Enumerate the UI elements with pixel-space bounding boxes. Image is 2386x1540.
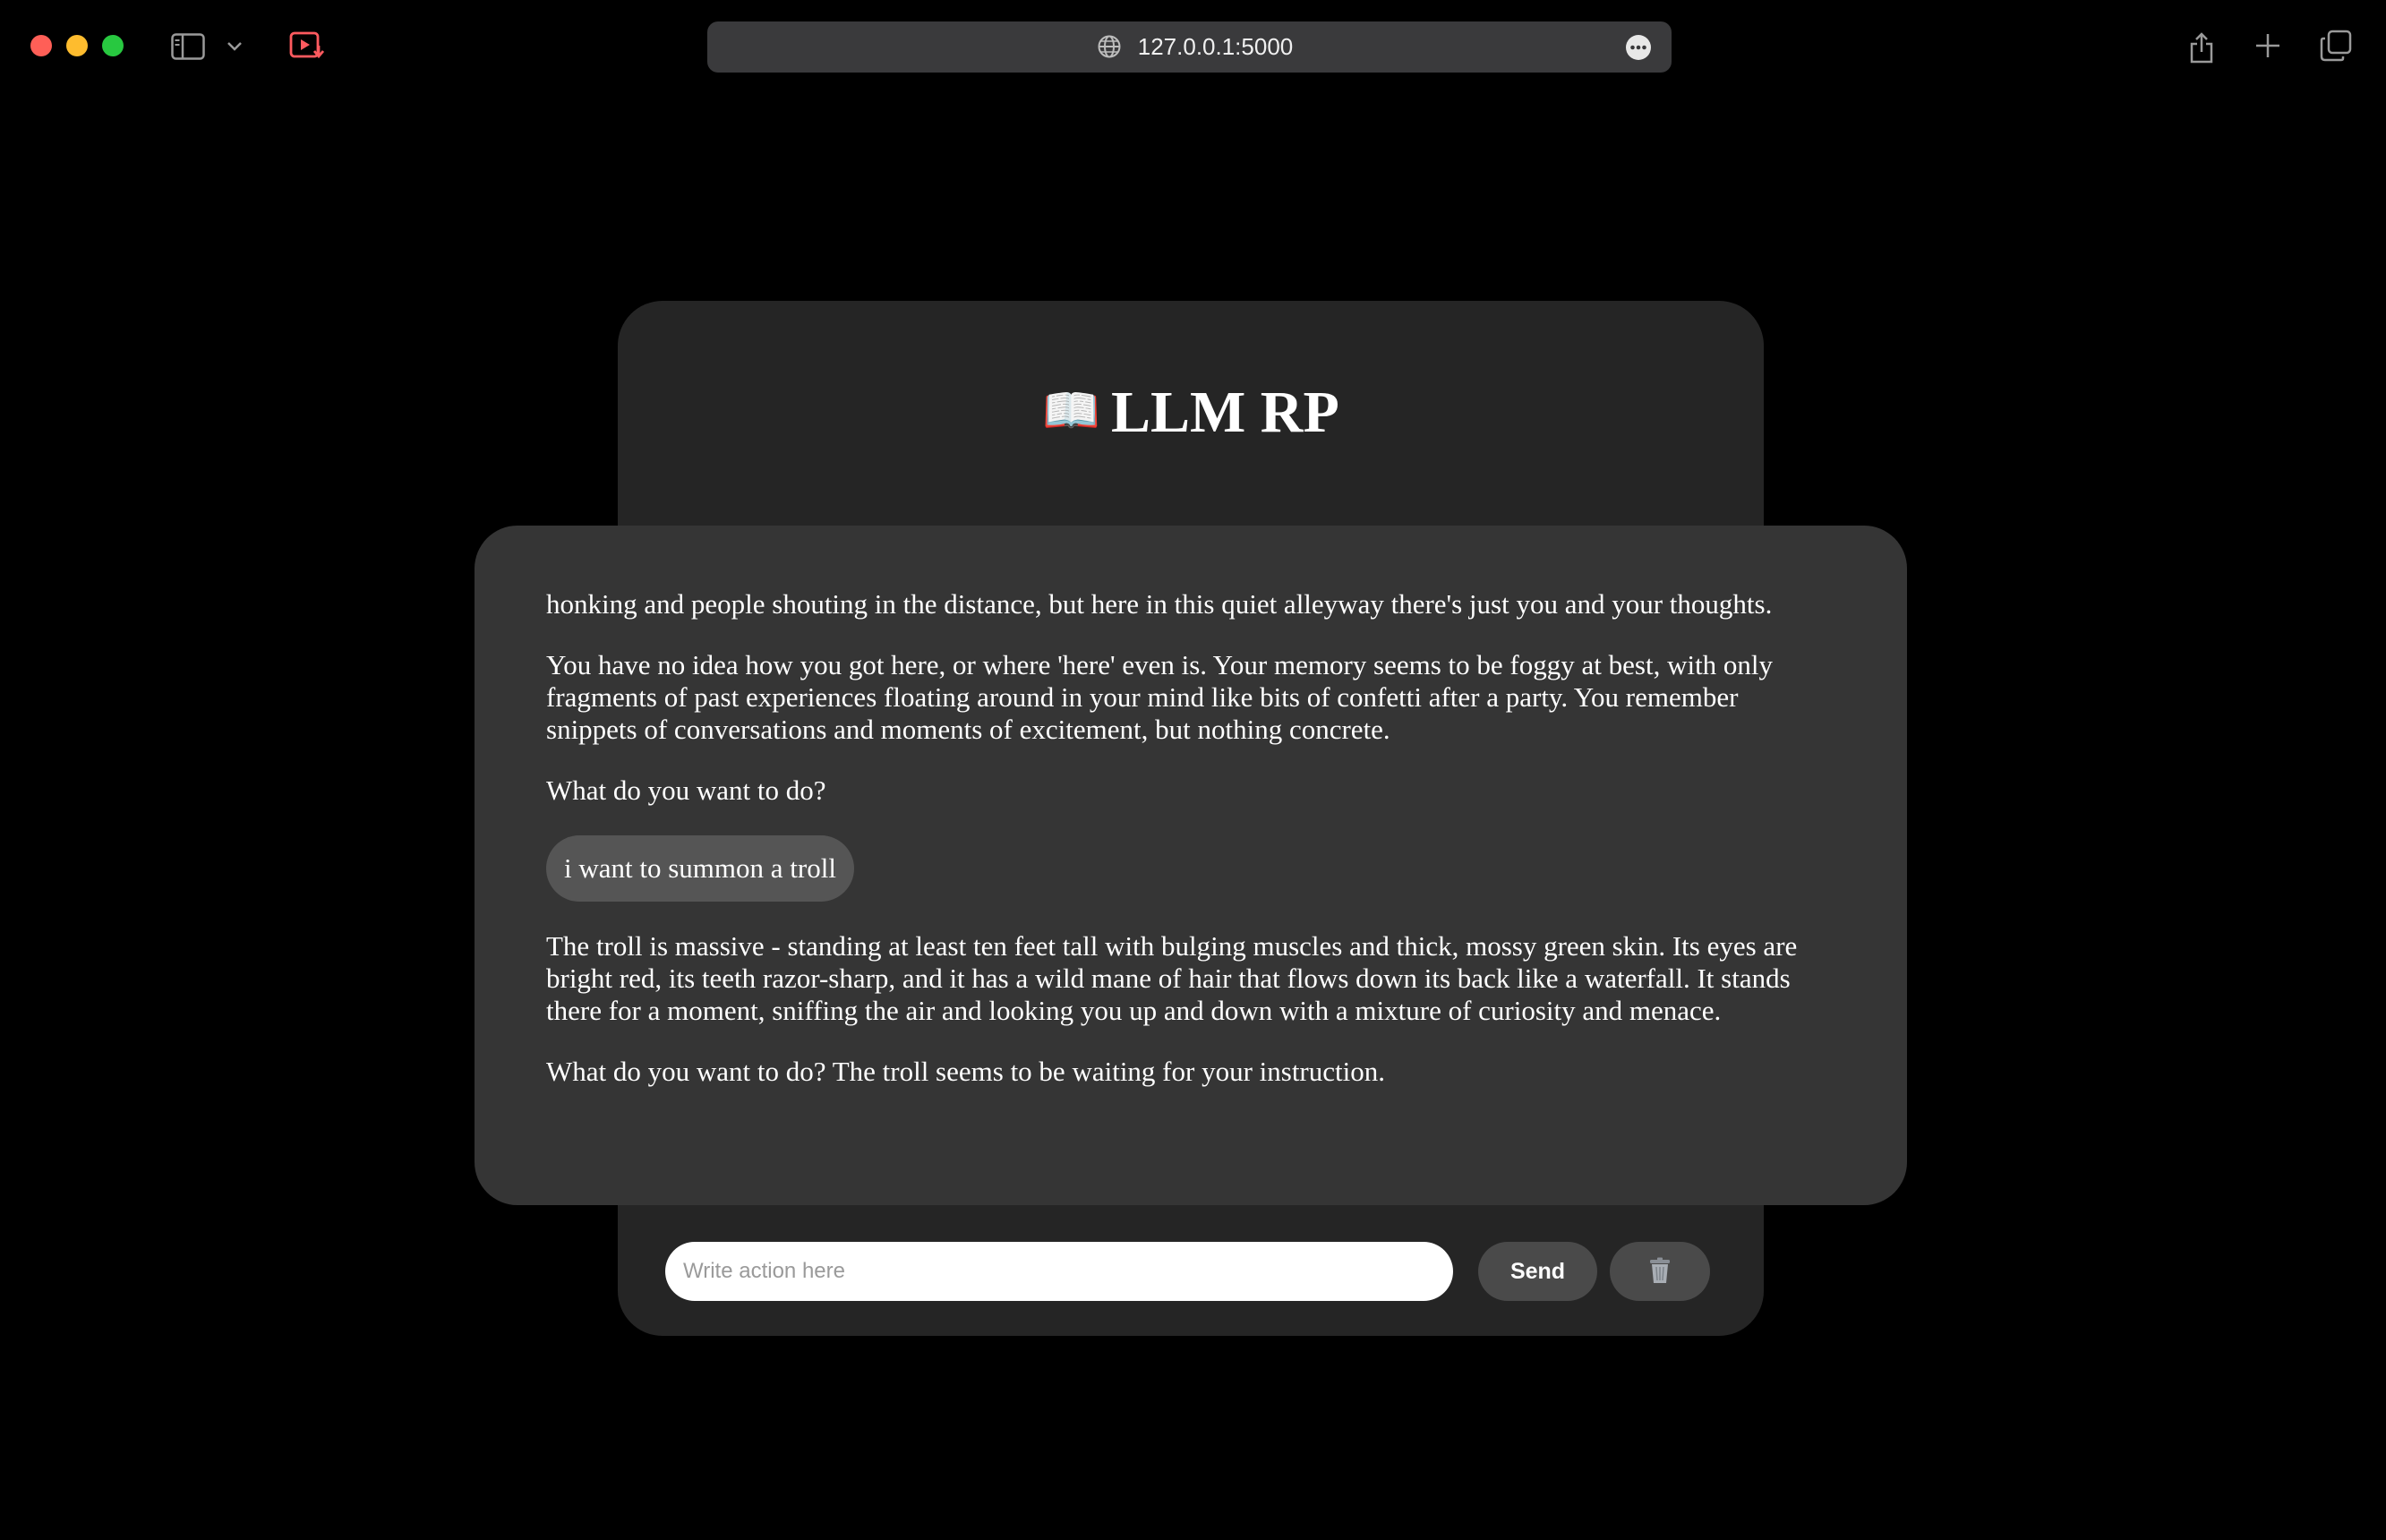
assistant-message: What do you want to do? The troll seems … (546, 1056, 1385, 1087)
assistant-message: You have no idea how you got here, or wh… (546, 649, 1774, 745)
book-icon: 📖 (1042, 386, 1100, 437)
action-input[interactable] (665, 1242, 1453, 1301)
minimize-window-button[interactable] (66, 35, 88, 56)
more-icon[interactable] (1625, 34, 1652, 67)
chat-log[interactable]: honking and people shouting in the dista… (475, 526, 1907, 1205)
tabs-overview-icon[interactable] (2319, 29, 2353, 63)
media-record-icon[interactable] (288, 30, 326, 63)
assistant-message: honking and people shouting in the dista… (546, 588, 1773, 620)
url-text: 127.0.0.1:5000 (1137, 33, 1294, 60)
chevron-down-icon[interactable] (224, 38, 245, 56)
maximize-window-button[interactable] (102, 35, 124, 56)
plus-icon[interactable] (2253, 30, 2283, 61)
send-button[interactable]: Send (1478, 1242, 1597, 1301)
clear-button[interactable] (1610, 1242, 1710, 1301)
address-bar[interactable]: 127.0.0.1:5000 (707, 21, 1672, 73)
trash-icon (1648, 1257, 1672, 1287)
assistant-message: What do you want to do? (546, 774, 826, 806)
share-icon[interactable] (2186, 27, 2217, 66)
browser-toolbar: 127.0.0.1:5000 (0, 0, 2386, 93)
title-text: LLM RP (1110, 380, 1339, 445)
assistant-message: The troll is massive - standing at least… (546, 930, 1798, 1026)
globe-icon (1097, 34, 1122, 65)
page-title: 📖 LLM RP (618, 374, 1764, 450)
user-message: i want to summon a troll (546, 835, 854, 902)
sidebar-icon[interactable] (170, 32, 206, 61)
close-window-button[interactable] (30, 35, 52, 56)
